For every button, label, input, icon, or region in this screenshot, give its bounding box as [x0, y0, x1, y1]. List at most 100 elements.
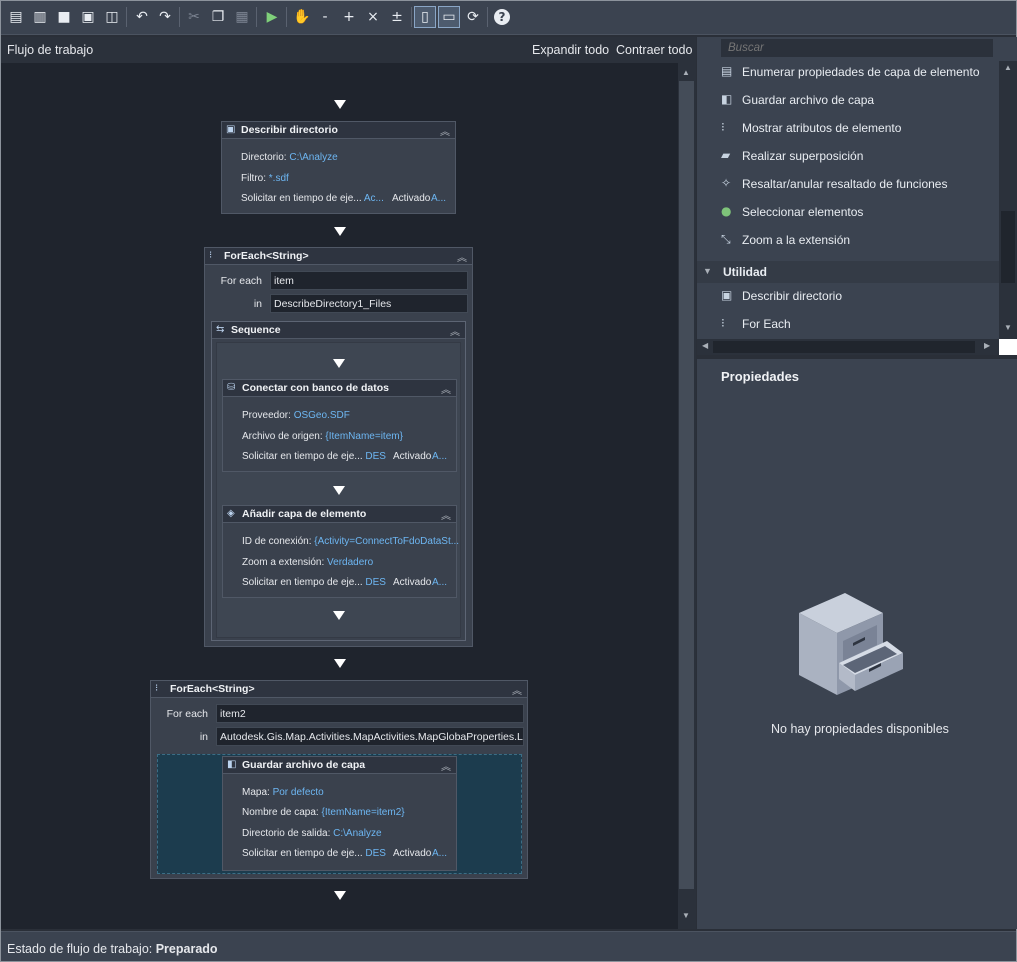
layout-horizontal-icon: ▭ — [442, 9, 456, 25]
property-value[interactable]: {Activity=ConnectToFdoDataSt... — [314, 536, 459, 547]
save-as-button[interactable]: ▣ — [77, 6, 99, 28]
foreach-collection-input[interactable]: Autodesk.Gis.Map.Activities.MapActivitie… — [216, 727, 524, 746]
scrollbar-thumb[interactable] — [1001, 211, 1015, 283]
foreach-label: For each — [166, 708, 208, 720]
activity-add-feature-layer[interactable]: ◈ Añadir capa de elemento ︽ ID de conexi… — [222, 505, 459, 598]
flow-arrow-icon — [334, 891, 346, 900]
activity-header[interactable]: ▣ Describir directorio ︽ — [222, 122, 455, 139]
property-row: Solicitar en tiempo de eje... Ac... Activ… — [241, 193, 447, 204]
activity-header[interactable]: ◧ Guardar archivo de capa ︽ — [223, 757, 456, 774]
list-layer-icon: ▤ — [721, 64, 733, 78]
property-value[interactable]: A... — [432, 451, 447, 462]
property-value[interactable]: Por defecto — [273, 787, 324, 798]
redo-button[interactable]: ↷ — [154, 6, 176, 28]
collapse-chevron-icon[interactable]: ︽ — [441, 381, 451, 396]
activity-connect-datastore[interactable]: ⛁ Conectar con banco de datos ︽ Proveedo… — [222, 379, 457, 472]
paste-icon: ▦ — [235, 9, 249, 25]
run-button[interactable]: ▶ — [261, 6, 283, 28]
copy-button[interactable]: ❐ — [207, 6, 229, 28]
property-value[interactable]: *.sdf — [269, 173, 289, 184]
toolbar-separator — [487, 7, 488, 27]
collapse-all-link[interactable]: Contraer todo — [616, 43, 692, 57]
zoom-extent-icon: ⤡ — [721, 232, 731, 246]
property-value[interactable]: {ItemName=item2} — [322, 807, 405, 818]
collapse-chevron-icon[interactable]: ︽ — [441, 507, 451, 522]
pan-button[interactable]: ✋ — [291, 6, 313, 28]
scroll-down-icon[interactable]: ▼ — [682, 911, 690, 920]
refresh-button[interactable]: ⟳ — [462, 6, 484, 28]
collapse-chevron-icon[interactable]: ︽ — [441, 758, 451, 773]
expand-all-link[interactable]: Expandir todo — [532, 43, 609, 57]
zoom-out-button[interactable]: - — [314, 6, 336, 28]
property-value[interactable]: DES — [365, 577, 386, 588]
expand-triangle-icon: ▼ — [703, 266, 712, 276]
property-value[interactable]: C:\Analyze — [333, 828, 381, 839]
foreach-variable-input[interactable]: item2 — [216, 704, 524, 723]
activity-header[interactable]: ⁝ ForEach<String> ︽ — [205, 248, 472, 265]
property-value[interactable]: A... — [432, 848, 447, 859]
foreach-variable-input[interactable]: item — [270, 271, 468, 290]
activity-describe-directory[interactable]: ▣ Describir directorio ︽ Directorio: C:\… — [221, 121, 456, 214]
in-label: in — [253, 298, 262, 310]
pan-icon: ✋ — [293, 9, 311, 25]
zoom-in-button[interactable]: + — [338, 6, 360, 28]
scroll-up-icon[interactable]: ▲ — [682, 68, 690, 77]
collapse-chevron-icon[interactable]: ︽ — [440, 123, 450, 138]
new-workflow-button[interactable]: ▤ — [5, 6, 27, 28]
property-value[interactable]: DES — [365, 848, 386, 859]
sequence-header[interactable]: ⇆ Sequence ︽ — [212, 322, 465, 339]
scroll-right-icon[interactable]: ▶ — [984, 341, 990, 350]
save-copy-button[interactable]: ◫ — [101, 6, 123, 28]
new-workflow-icon: ▤ — [9, 9, 23, 25]
scrollbar-thumb[interactable] — [713, 341, 975, 353]
property-value[interactable]: A... — [431, 193, 446, 204]
property-row: Solicitar en tiempo de eje... DES Activad… — [242, 451, 448, 462]
layout-horizontal-button[interactable]: ▭ — [438, 6, 460, 28]
help-button[interactable]: ? — [491, 6, 513, 28]
property-value[interactable]: DES — [365, 451, 386, 462]
toolbox-search-input[interactable] — [721, 39, 993, 57]
property-value[interactable]: Ac... — [364, 193, 384, 204]
cut-button[interactable]: ✂ — [183, 6, 205, 28]
collapse-chevron-icon[interactable]: ︽ — [450, 323, 460, 338]
scrollbar-thumb[interactable] — [679, 81, 694, 889]
toolbar-separator — [179, 7, 180, 27]
scroll-up-icon[interactable]: ▲ — [1004, 63, 1012, 72]
property-value[interactable]: Verdadero — [327, 557, 373, 568]
property-value[interactable]: {ItemName=item} — [325, 431, 403, 442]
activity-header[interactable]: ◈ Añadir capa de elemento ︽ — [223, 506, 456, 523]
scroll-down-icon[interactable]: ▼ — [1004, 323, 1012, 332]
toolbox-vertical-scrollbar[interactable]: ▲ ▼ — [999, 61, 1017, 339]
undo-icon: ↶ — [136, 9, 148, 25]
run-icon: ▶ — [266, 9, 278, 25]
property-value[interactable]: A... — [432, 577, 447, 588]
toolbox-group-utilidad[interactable]: ▼ Utilidad — [697, 261, 999, 283]
undo-button[interactable]: ↶ — [131, 6, 153, 28]
collapse-chevron-icon[interactable]: ︽ — [512, 682, 522, 697]
scroll-left-icon[interactable]: ◀ — [702, 341, 708, 350]
paste-button[interactable]: ▦ — [231, 6, 253, 28]
copy-icon: ❐ — [211, 9, 225, 25]
panel-splitter[interactable] — [697, 355, 1017, 359]
activity-header[interactable]: ⁝ ForEach<String> ︽ — [151, 681, 527, 698]
layout-vertical-button[interactable]: ▯ — [414, 6, 436, 28]
flow-arrow-icon — [334, 227, 346, 236]
save-button[interactable]: ■ — [53, 6, 75, 28]
open-button[interactable]: ▥ — [29, 6, 51, 28]
sequence-title: Sequence — [231, 324, 281, 336]
zoom-actual-button[interactable]: ± — [386, 6, 408, 28]
foreach-collection-input[interactable]: DescribeDirectory1_Files — [270, 294, 468, 313]
canvas-vertical-scrollbar[interactable]: ▲ ▼ — [678, 63, 696, 929]
toolbar-separator — [126, 7, 127, 27]
collapse-chevron-icon[interactable]: ︽ — [457, 249, 467, 264]
activity-header[interactable]: ⛁ Conectar con banco de datos ︽ — [223, 380, 456, 397]
property-row: Zoom a extensión: Verdadero — [242, 557, 374, 568]
property-row: Directorio de salida: C:\Analyze — [242, 828, 382, 839]
sequence-icon: ⇆ — [216, 324, 225, 335]
property-value[interactable]: C:\Analyze — [289, 152, 337, 163]
property-row: Directorio: C:\Analyze — [241, 152, 338, 163]
zoom-fit-button[interactable]: × — [362, 6, 384, 28]
toolbox-horizontal-scrollbar[interactable]: ◀ ▶ — [697, 339, 999, 355]
property-value[interactable]: OSGeo.SDF — [294, 410, 350, 421]
activity-save-layer-file[interactable]: ◧ Guardar archivo de capa ︽ Mapa: Por de… — [222, 756, 457, 871]
